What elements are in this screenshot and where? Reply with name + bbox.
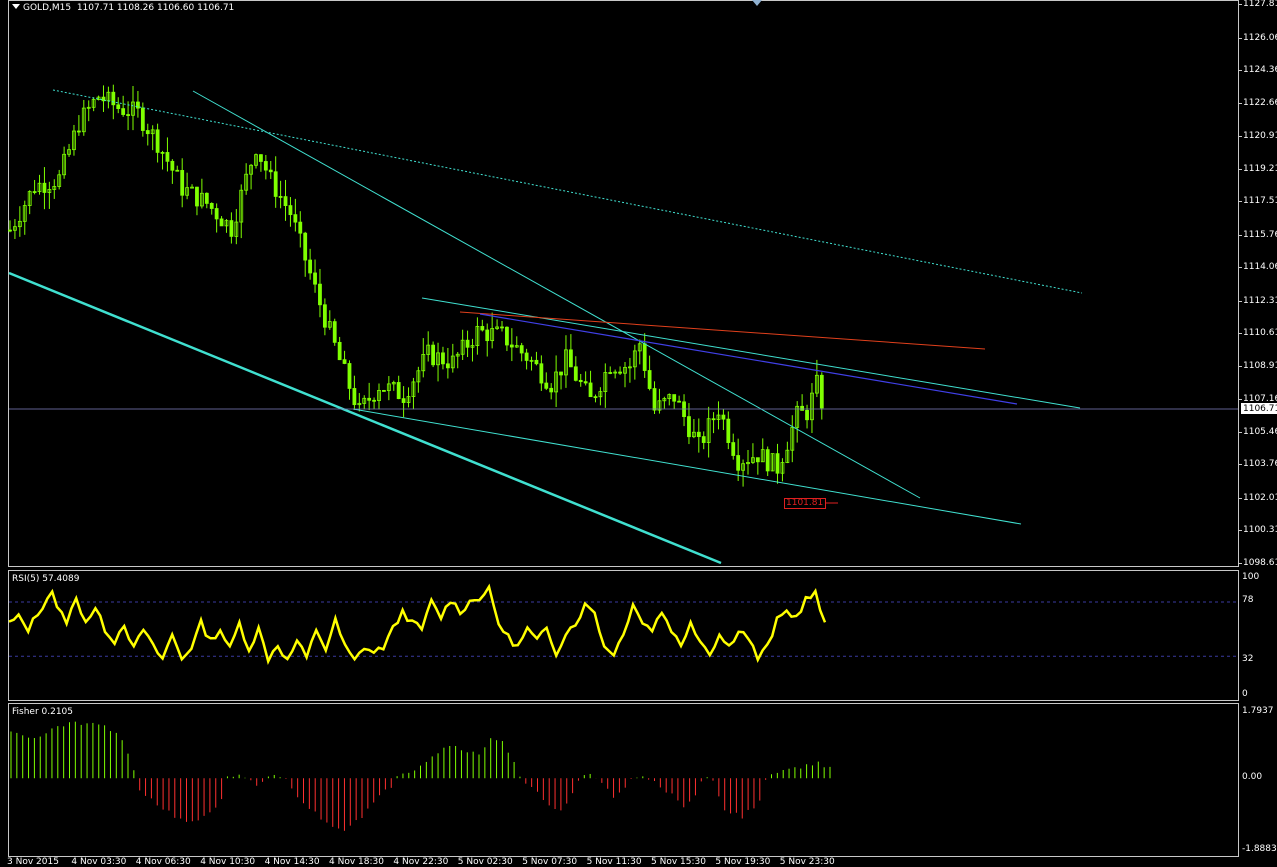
time-tick-label: 5 Nov 11:30	[586, 857, 642, 867]
time-tick-label: 5 Nov 07:30	[522, 857, 578, 867]
time-tick-label: 5 Nov 02:30	[457, 857, 513, 867]
fisher-plot	[10, 721, 831, 831]
fisher-level-min: -1.8883	[1242, 844, 1277, 854]
time-tick-label: 4 Nov 03:30	[71, 857, 127, 867]
time-tick-label: 4 Nov 10:30	[200, 857, 256, 867]
time-tick-label: 4 Nov 14:30	[264, 857, 320, 867]
time-tick-label: 4 Nov 22:30	[393, 857, 449, 867]
time-tick-label: 5 Nov 23:30	[779, 857, 835, 867]
time-tick-label: 3 Nov 2015	[7, 857, 59, 867]
time-tick-label: 4 Nov 06:30	[135, 857, 191, 867]
time-tick-label: 5 Nov 15:30	[651, 857, 706, 867]
fisher-level-max: 1.7937	[1242, 706, 1274, 716]
time-tick-label: 5 Nov 19:30	[715, 857, 771, 867]
fisher-level-zero: 0.00	[1242, 772, 1263, 782]
time-tick-label: 4 Nov 18:30	[329, 857, 384, 867]
fisher-title: Fisher 0.2105	[12, 707, 74, 717]
